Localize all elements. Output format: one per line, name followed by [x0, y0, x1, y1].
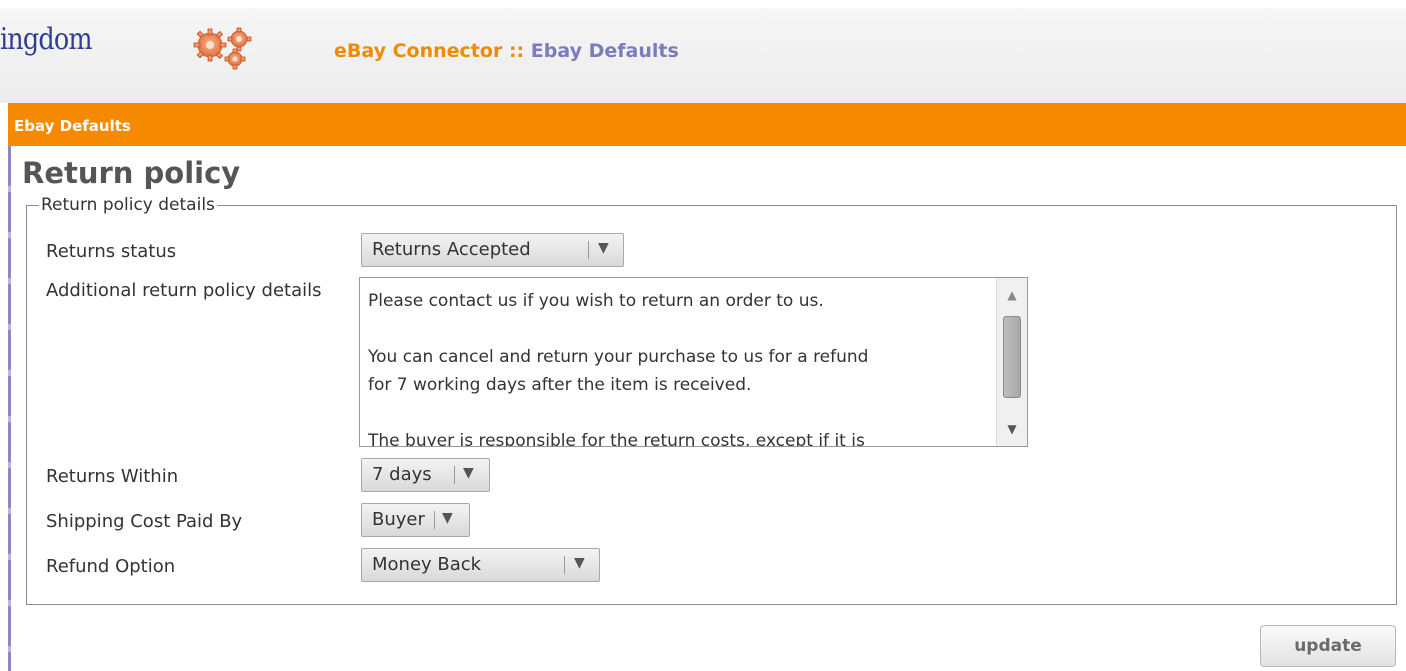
fieldset-legend: Return policy details — [41, 195, 215, 215]
textarea-line: Please contact us if you wish to return … — [368, 291, 824, 311]
select-divider — [564, 556, 565, 574]
shipping-cost-paid-by-select[interactable]: Buyer ▼ — [361, 503, 470, 537]
gears-icon — [193, 27, 252, 70]
app-title: eBay Connector :: Ebay Defaults — [334, 40, 679, 62]
shipping-cost-paid-by-value: Buyer — [372, 509, 425, 530]
refund-option-value: Money Back — [372, 554, 482, 575]
scrollbar-thumb[interactable] — [1003, 316, 1021, 398]
returns-status-label: Returns status — [46, 241, 177, 262]
returns-within-select[interactable]: 7 days ▼ — [361, 458, 490, 492]
app-header: ingdom eBay Connector :: Ebay Defaults — [0, 0, 1406, 103]
triangle-down-icon: ▼ — [442, 510, 453, 526]
section-bar: Ebay Defaults — [8, 103, 1406, 146]
app-title-separator: :: — [508, 40, 525, 62]
textarea-content: Please contact us if you wish to return … — [368, 287, 988, 447]
textarea-line: The buyer is responsible for the return … — [368, 431, 865, 447]
triangle-up-icon[interactable]: ▲ — [997, 282, 1027, 308]
textarea-line — [368, 399, 988, 427]
returns-status-value: Returns Accepted — [372, 239, 531, 260]
textarea-scrollbar[interactable]: ▲ ▼ — [996, 278, 1027, 446]
returns-within-label: Returns Within — [46, 466, 179, 487]
returns-status-select[interactable]: Returns Accepted ▼ — [361, 233, 624, 267]
select-divider — [588, 241, 589, 259]
textarea-line — [368, 315, 988, 343]
update-button[interactable]: update — [1260, 625, 1396, 667]
additional-details-textarea[interactable]: Please contact us if you wish to return … — [359, 277, 1028, 447]
additional-details-label: Additional return policy details — [46, 280, 322, 301]
triangle-down-icon: ▼ — [598, 240, 609, 256]
left-decorative-strip — [8, 146, 11, 671]
triangle-down-icon: ▼ — [463, 465, 474, 481]
select-divider — [434, 511, 435, 529]
triangle-down-icon[interactable]: ▼ — [997, 416, 1027, 442]
textarea-line: for 7 working days after the item is rec… — [368, 375, 752, 395]
page-title: Return policy — [22, 156, 241, 190]
logo: ingdom — [0, 22, 93, 57]
textarea-line: You can cancel and return your purchase … — [368, 347, 869, 367]
shipping-cost-paid-by-label: Shipping Cost Paid By — [46, 511, 243, 532]
refund-option-select[interactable]: Money Back ▼ — [361, 548, 600, 582]
section-bar-label: Ebay Defaults — [14, 117, 131, 135]
app-title-page: Ebay Defaults — [530, 40, 679, 62]
refund-option-label: Refund Option — [46, 556, 176, 577]
triangle-down-icon: ▼ — [574, 555, 585, 571]
select-divider — [454, 466, 455, 484]
returns-within-value: 7 days — [372, 464, 432, 485]
app-title-connector: eBay Connector — [334, 40, 503, 62]
